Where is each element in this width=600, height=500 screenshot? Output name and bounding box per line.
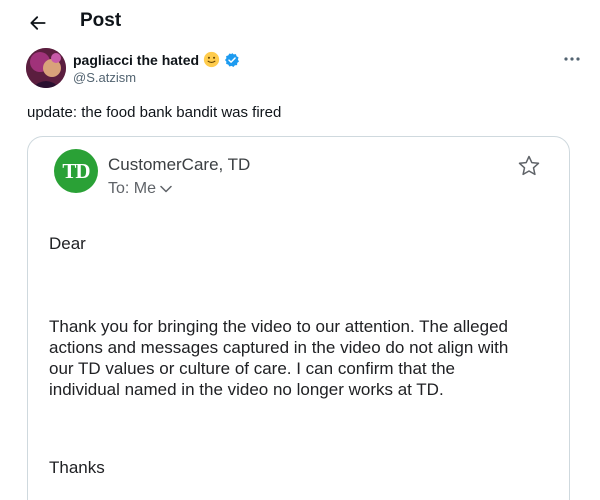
star-outline-icon xyxy=(518,155,540,176)
post-header: Post xyxy=(0,0,600,46)
author-handle[interactable]: @S.atzism xyxy=(73,70,136,85)
avatar[interactable] xyxy=(26,48,66,88)
email-body-line: individual named in the video no longer … xyxy=(49,380,444,399)
back-button[interactable] xyxy=(22,8,54,38)
smiling-face-emoji-icon xyxy=(203,51,220,68)
star-button xyxy=(514,151,544,181)
email-body-line: Thank you for bringing the video to our … xyxy=(49,317,508,336)
email-sender: CustomerCare, TD xyxy=(108,155,251,174)
page-title: Post xyxy=(80,10,122,31)
more-button[interactable] xyxy=(558,48,586,70)
post-image-email-screenshot[interactable]: TD CustomerCare, TD To: Me Dear Thank yo… xyxy=(27,136,570,500)
email-body-line: actions and messages captured in the vid… xyxy=(49,338,509,357)
td-logo-text: TD xyxy=(62,158,90,183)
email-body-line: our TD values or culture of care. I can … xyxy=(49,359,455,378)
more-horizontal-icon xyxy=(564,57,580,61)
post-text: update: the food bank bandit was fired xyxy=(27,104,282,121)
chevron-down-icon xyxy=(160,185,172,193)
email-closing: Thanks xyxy=(49,458,105,477)
display-name[interactable]: pagliacci the hated xyxy=(73,52,199,68)
author-name-row: pagliacci the hated xyxy=(73,51,240,68)
td-logo: TD xyxy=(54,149,98,193)
post-author: pagliacci the hated @S.atzism xyxy=(26,48,586,94)
email-recipient-label: To: Me xyxy=(108,180,157,197)
email-greeting: Dear xyxy=(49,234,86,253)
arrow-left-icon xyxy=(30,16,46,30)
email-recipient: To: Me xyxy=(108,180,172,198)
verified-badge-icon xyxy=(225,52,240,67)
email-body: Thank you for bringing the video to our … xyxy=(49,316,559,400)
